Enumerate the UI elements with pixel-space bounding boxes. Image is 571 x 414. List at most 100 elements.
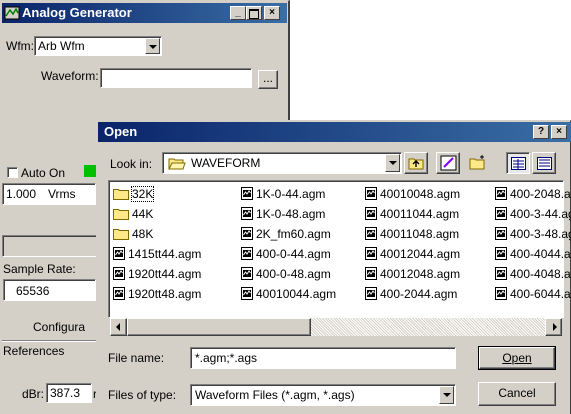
- dbr-label: dBr:: [22, 387, 45, 401]
- generator-title-bar[interactable]: Analog Generator _ ×: [2, 3, 287, 23]
- cancel-button[interactable]: Cancel: [478, 382, 556, 406]
- dbr-field[interactable]: 387.3: [46, 383, 92, 403]
- file-item[interactable]: 2K_fm60.agm: [241, 225, 331, 241]
- scroll-right-button[interactable]: [545, 318, 562, 336]
- help-icon: ?: [537, 126, 545, 137]
- waveform-file-icon: [365, 187, 377, 201]
- status-indicator: [84, 165, 96, 177]
- file-item-label: 1920tt44.agm: [128, 266, 202, 281]
- dialog-title: Open: [104, 124, 138, 139]
- file-item[interactable]: 1920tt44.agm: [113, 265, 201, 281]
- file-item-label: 400-6044.agm: [510, 286, 571, 301]
- file-item-label: 40010048.agm: [380, 186, 461, 201]
- file-item[interactable]: 40012044.agm: [365, 245, 460, 261]
- file-item-label: 1415tt44.agm: [128, 246, 202, 261]
- level-value: 1.000: [6, 187, 37, 201]
- details-view-button[interactable]: [532, 152, 556, 174]
- file-item[interactable]: 400-4048.agm: [495, 265, 571, 281]
- scroll-thumb[interactable]: [127, 318, 311, 336]
- file-list[interactable]: 32K 44K 48K 1415tt44.agm 1920tt44.agm 1920tt4…: [108, 180, 571, 318]
- file-item[interactable]: 400-2044.agm: [365, 285, 457, 301]
- list-view-icon: [511, 157, 526, 170]
- configure-button[interactable]: Configura: [33, 320, 85, 334]
- maximize-button[interactable]: [246, 6, 262, 20]
- sample-rate-value: 65536: [16, 284, 50, 298]
- file-item[interactable]: 1K-0-48.agm: [241, 205, 325, 221]
- file-item[interactable]: 400-4044.agm: [495, 245, 571, 261]
- wfm-select[interactable]: Arb Wfm: [34, 36, 162, 56]
- file-item-label: 40011048.agm: [380, 226, 460, 241]
- file-item[interactable]: 40012048.agm: [365, 265, 460, 281]
- dbr-value: 387.3: [50, 386, 81, 400]
- level-unit: Vrms: [48, 187, 76, 201]
- folder-icon: [113, 208, 129, 220]
- look-in-label: Look in:: [110, 157, 153, 171]
- waveform-field[interactable]: [100, 68, 252, 88]
- auto-on-label: Auto On: [21, 166, 66, 180]
- folder-item[interactable]: 44K: [113, 205, 153, 221]
- horizontal-scrollbar[interactable]: [110, 318, 562, 336]
- file-item[interactable]: 400-6044.agm: [495, 285, 571, 301]
- files-of-type-label: Files of type:: [108, 388, 177, 402]
- file-item[interactable]: 40010048.agm: [365, 185, 460, 201]
- file-item[interactable]: 400-3-48.agm: [495, 225, 571, 241]
- dialog-title-bar[interactable]: Open ? ×: [98, 122, 571, 142]
- waveform-file-icon: [365, 287, 377, 301]
- look-in-select[interactable]: WAVEFORM: [162, 152, 402, 174]
- scroll-track[interactable]: [311, 318, 545, 336]
- help-button[interactable]: ?: [533, 125, 549, 139]
- file-item[interactable]: 400-0-48.agm: [241, 265, 331, 281]
- folder-icon: [113, 188, 129, 200]
- sample-rate-label: Sample Rate:: [3, 262, 76, 276]
- minimize-button[interactable]: _: [230, 6, 246, 20]
- waveform-file-icon: [495, 207, 507, 221]
- file-item[interactable]: 40011048.agm: [365, 225, 459, 241]
- waveform-file-icon: [495, 227, 507, 241]
- waveform-file-icon: [113, 267, 125, 281]
- desktop-button[interactable]: [436, 152, 460, 174]
- file-item[interactable]: 1920tt48.agm: [113, 285, 201, 301]
- file-item[interactable]: 1415tt44.agm: [113, 245, 201, 261]
- waveform-file-icon: [113, 247, 125, 261]
- auto-on-checkbox[interactable]: [7, 167, 18, 178]
- waveform-file-icon: [365, 267, 377, 281]
- new-folder-button[interactable]: [466, 152, 490, 174]
- file-item-label: 2K_fm60.agm: [256, 226, 331, 241]
- file-name-label: File name:: [108, 351, 165, 365]
- chevron-down-icon[interactable]: [439, 386, 454, 404]
- desktop-icon: [440, 155, 457, 171]
- scroll-left-button[interactable]: [110, 318, 127, 336]
- file-item-label: 1K-0-44.agm: [256, 186, 326, 201]
- dialog-close-button[interactable]: ×: [551, 125, 567, 139]
- file-item-label: 44K: [132, 206, 154, 221]
- file-item[interactable]: 400-3-44.agm: [495, 205, 571, 221]
- file-item-label: 400-0-48.agm: [256, 266, 331, 281]
- file-item-label: 400-2048.agm: [510, 186, 571, 201]
- browse-button[interactable]: ...: [258, 70, 278, 89]
- waveform-file-icon: [241, 187, 253, 201]
- sample-rate-field[interactable]: 65536: [3, 279, 96, 301]
- file-item[interactable]: 40010044.agm: [241, 285, 336, 301]
- maximize-icon: [249, 9, 259, 19]
- folder-item[interactable]: 32K: [113, 185, 155, 202]
- close-icon: ×: [269, 7, 275, 18]
- file-item-label: 48K: [132, 226, 154, 241]
- chevron-down-icon[interactable]: [385, 154, 400, 172]
- file-name-input[interactable]: *.agm;*.ags: [190, 347, 456, 369]
- folder-item[interactable]: 48K: [113, 225, 153, 241]
- file-item-label: 400-2044.agm: [380, 286, 458, 301]
- up-one-level-button[interactable]: [404, 152, 428, 174]
- file-item[interactable]: 40011044.agm: [365, 205, 459, 221]
- chevron-down-icon[interactable]: [145, 38, 160, 54]
- close-button[interactable]: ×: [264, 6, 280, 20]
- level-field[interactable]: 1.000 Vrms: [2, 183, 96, 205]
- file-item-label: 1K-0-48.agm: [256, 206, 326, 221]
- waveform-file-icon: [495, 247, 507, 261]
- files-of-type-select[interactable]: Waveform Files (*.agm, *.ags): [190, 384, 456, 406]
- list-view-button[interactable]: [506, 152, 530, 174]
- open-button[interactable]: Open: [478, 346, 556, 370]
- folder-icon: [113, 228, 129, 240]
- file-item[interactable]: 400-0-44.agm: [241, 245, 331, 261]
- file-item[interactable]: 1K-0-44.agm: [241, 185, 325, 201]
- file-item[interactable]: 400-2048.agm: [495, 185, 571, 201]
